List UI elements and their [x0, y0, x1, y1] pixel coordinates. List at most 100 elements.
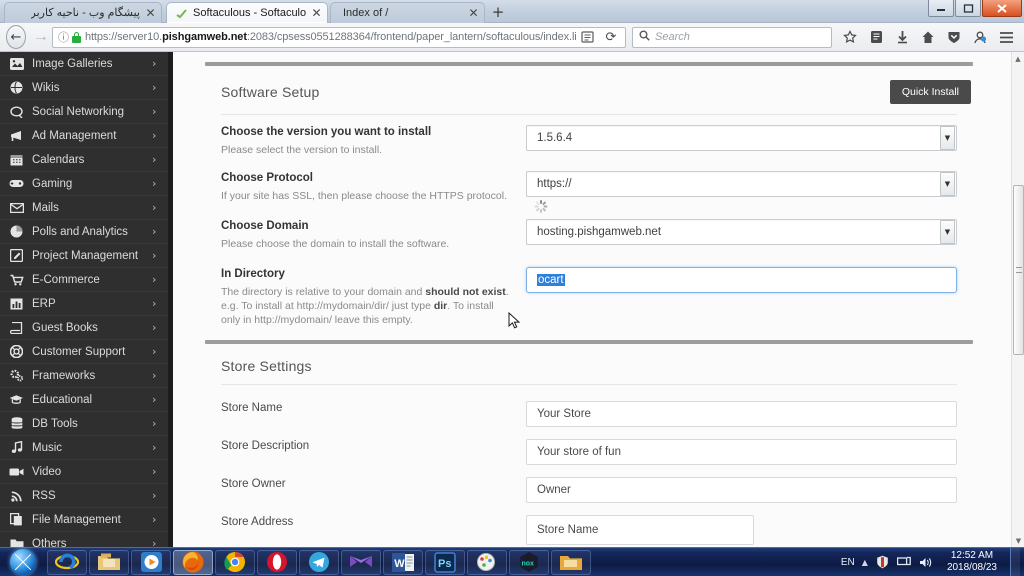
sidebar-item-video[interactable]: Video ›: [0, 460, 168, 484]
close-icon[interactable]: ✕: [144, 7, 157, 20]
store-description-input[interactable]: Your store of fun: [526, 439, 957, 465]
taskbar-clock[interactable]: 12:52 AM 2018/08/23: [941, 550, 1003, 574]
internet-explorer-icon: [55, 553, 79, 570]
browser-tab-1[interactable]: پیشگام وب - ناحیه کاربری ✕: [4, 2, 162, 23]
taskbar-opera[interactable]: [257, 549, 297, 575]
mouse-cursor: [508, 312, 521, 329]
sidebar-item-image-galleries[interactable]: Image Galleries ›: [0, 52, 168, 76]
windows-explorer-icon: [98, 553, 120, 570]
taskbar-firefox[interactable]: [173, 549, 213, 575]
sidebar-item-erp[interactable]: ERP ›: [0, 292, 168, 316]
browser-tab-3[interactable]: Index of / ✕: [330, 2, 485, 23]
bookmark-star-icon[interactable]: [838, 26, 862, 48]
address-bar[interactable]: ⓘ https://server10.pishgamweb.net:2083/c…: [51, 26, 626, 48]
sidebar-item-customer-support[interactable]: Customer Support ›: [0, 340, 168, 364]
page-scrollbar[interactable]: ▲ ▼: [1011, 52, 1024, 547]
field-label: Choose Domain: [221, 220, 309, 232]
store-name-input[interactable]: Your Store: [526, 401, 957, 427]
sidebar-item-project-management[interactable]: Project Management ›: [0, 244, 168, 268]
taskbar-thunderbird[interactable]: [341, 549, 381, 575]
browser-tab-2-active[interactable]: Softaculous - Softaculous - C ✕: [166, 2, 328, 23]
sidebar-item-others[interactable]: Others ›: [0, 532, 168, 547]
sidebar-item-gaming[interactable]: Gaming ›: [0, 172, 168, 196]
chevron-down-icon[interactable]: ▼: [940, 126, 955, 150]
maximize-button[interactable]: [955, 0, 981, 17]
sidebar-item-frameworks[interactable]: Frameworks ›: [0, 364, 168, 388]
chevron-down-icon[interactable]: ▼: [940, 220, 955, 244]
protocol-select[interactable]: https:// ▼: [526, 171, 957, 197]
sidebar-item-label: E-Commerce: [32, 273, 100, 286]
defender-icon[interactable]: [875, 555, 890, 570]
directory-input[interactable]: ocart: [526, 267, 957, 293]
close-icon[interactable]: ✕: [467, 7, 480, 20]
sidebar-item-rss[interactable]: RSS ›: [0, 484, 168, 508]
reload-button[interactable]: ⟳: [600, 26, 622, 48]
version-select[interactable]: 1.5.6.4 ▼: [526, 125, 957, 151]
home-icon[interactable]: [916, 26, 940, 48]
reader-mode-icon[interactable]: [576, 26, 598, 48]
store-owner-input[interactable]: Owner: [526, 477, 957, 503]
volume-icon[interactable]: [919, 555, 934, 570]
scrollbar-thumb[interactable]: [1013, 185, 1024, 355]
close-icon[interactable]: ✕: [310, 7, 323, 20]
new-tab-button[interactable]: +: [488, 3, 508, 22]
taskbar-photoshop[interactable]: Ps: [425, 549, 465, 575]
taskbar-nox-player[interactable]: nox: [509, 549, 549, 575]
chevron-right-icon: ›: [152, 129, 157, 142]
field-directory-control: ocart: [526, 267, 957, 327]
quick-install-button[interactable]: Quick Install: [889, 80, 971, 104]
sidebar-item-e-commerce[interactable]: E-Commerce ›: [0, 268, 168, 292]
taskbar-word[interactable]: W: [383, 549, 423, 575]
start-button[interactable]: [0, 548, 46, 576]
sidebar-item-music[interactable]: Music ›: [0, 436, 168, 460]
taskbar-windows-explorer[interactable]: [89, 549, 129, 575]
tab-title: پیشگام وب - ناحیه کاربری: [31, 6, 140, 19]
store-address-input[interactable]: Store Name: [526, 515, 754, 545]
hamburger-menu-icon[interactable]: [994, 26, 1018, 48]
store-address-value: Store Name: [537, 524, 599, 536]
taskbar-telegram[interactable]: [299, 549, 339, 575]
video-camera-icon: [9, 464, 24, 479]
taskbar-chrome[interactable]: [215, 549, 255, 575]
downloads-icon[interactable]: [890, 26, 914, 48]
forward-button[interactable]: →: [30, 26, 52, 48]
show-desktop-button[interactable]: [1010, 547, 1020, 576]
show-hidden-icons-button[interactable]: ▲: [862, 558, 868, 567]
account-icon[interactable]: [968, 26, 992, 48]
svg-text:nox: nox: [522, 561, 535, 568]
sidebar-item-file-management[interactable]: File Management ›: [0, 508, 168, 532]
search-bar[interactable]: Search: [632, 26, 832, 48]
pocket-shield-icon[interactable]: [942, 26, 966, 48]
taskbar-windows-media-player[interactable]: [131, 549, 171, 575]
library-icon[interactable]: [864, 26, 888, 48]
sidebar-item-guest-books[interactable]: Guest Books ›: [0, 316, 168, 340]
sidebar-item-db-tools[interactable]: DB Tools ›: [0, 412, 168, 436]
back-button[interactable]: ←: [6, 25, 26, 49]
chevron-right-icon: ›: [152, 81, 157, 94]
sidebar-item-social-networking[interactable]: Social Networking ›: [0, 100, 168, 124]
sidebar-item-calendars[interactable]: Calendars ›: [0, 148, 168, 172]
chevron-right-icon: ›: [152, 321, 157, 334]
site-identity[interactable]: ⓘ: [56, 29, 85, 45]
sidebar-item-wikis[interactable]: Wikis ›: [0, 76, 168, 100]
taskbar-folder-window[interactable]: [551, 549, 591, 575]
scroll-up-arrow-icon[interactable]: ▲: [1012, 52, 1024, 65]
language-indicator[interactable]: EN: [841, 557, 855, 568]
scroll-down-arrow-icon[interactable]: ▼: [1012, 534, 1024, 547]
taskbar-internet-explorer[interactable]: [47, 549, 87, 575]
sidebar-item-label: Ad Management: [32, 129, 117, 142]
domain-select[interactable]: hosting.pishgamweb.net ▼: [526, 219, 957, 245]
taskbar-paint[interactable]: [467, 549, 507, 575]
field-label: Store Owner: [221, 478, 286, 490]
chevron-down-icon[interactable]: ▼: [940, 172, 955, 196]
close-button[interactable]: [982, 0, 1022, 17]
sidebar-item-polls-and-analytics[interactable]: Polls and Analytics ›: [0, 220, 168, 244]
sidebar-item-mails[interactable]: Mails ›: [0, 196, 168, 220]
field-protocol: Choose Protocol If your site has SSL, th…: [205, 157, 973, 215]
database-icon: [9, 416, 24, 431]
minimize-button[interactable]: [928, 0, 954, 17]
sidebar-item-educational[interactable]: Educational ›: [0, 388, 168, 412]
network-icon[interactable]: [897, 555, 912, 570]
sidebar-item-ad-management[interactable]: Ad Management ›: [0, 124, 168, 148]
nox-player-icon: nox: [520, 552, 538, 572]
